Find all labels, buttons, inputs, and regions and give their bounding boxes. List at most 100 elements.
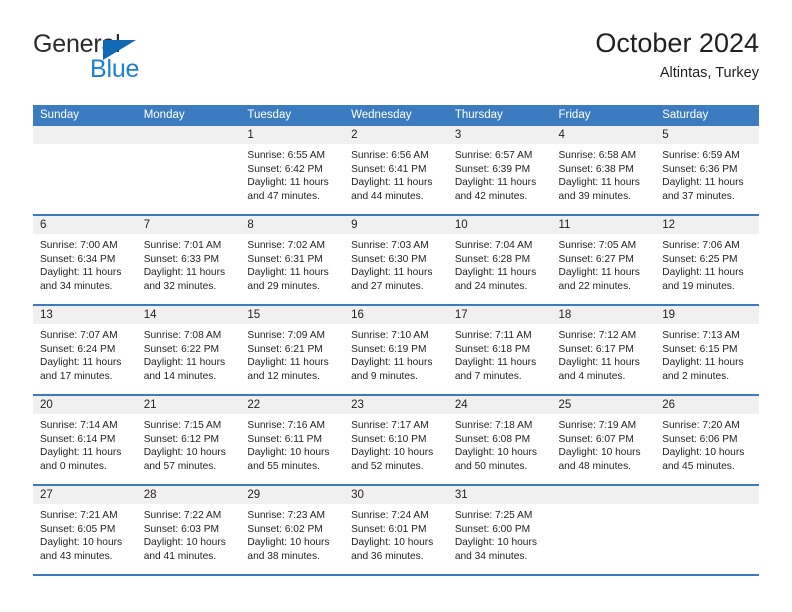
day-number: 24 <box>454 399 468 411</box>
page-subtitle: Altintas, Turkey <box>659 64 759 81</box>
daylight-text-line1: Daylight: 11 hours <box>454 267 537 279</box>
calendar-day-cell[interactable]: 11 Sunrise: 7:05 AM Sunset: 6:27 PM Dayligh… <box>551 216 656 304</box>
day-number: 10 <box>454 219 468 231</box>
calendar-day-cell[interactable]: 26 Sunrise: 7:20 AM Sunset: 6:06 PM Dayligh… <box>655 396 759 484</box>
weekday-header-wednesday: Wednesday <box>351 109 412 121</box>
brand-name-blue: Blue <box>90 55 140 83</box>
calendar-day-cell[interactable]: 9 Sunrise: 7:03 AM Sunset: 6:30 PM Daylight… <box>344 216 448 304</box>
daylight-text-line2: and 50 minutes. <box>454 460 528 472</box>
calendar-week-row: 27 Sunrise: 7:21 AM Sunset: 6:05 PM Dayligh… <box>33 486 759 576</box>
daylight-text-line2: and 34 minutes. <box>40 280 113 292</box>
day-details: Sunrise: 7:08 AM Sunset: 6:22 PM Daylight:… <box>137 324 241 383</box>
day-number-band: 23 <box>344 396 448 414</box>
calendar-week-row: 13 Sunrise: 7:07 AM Sunset: 6:24 PM Dayligh… <box>33 306 759 396</box>
daylight-text-line2: and 38 minutes. <box>247 550 320 562</box>
calendar-day-cell[interactable]: 21 Sunrise: 7:15 AM Sunset: 6:12 PM Dayligh… <box>136 396 241 484</box>
day-number: 27 <box>40 489 53 501</box>
day-details: Sunrise: 7:22 AM Sunset: 6:03 PM Daylight:… <box>137 504 241 563</box>
day-number: 15 <box>247 309 261 321</box>
calendar-day-cell[interactable]: 30 Sunrise: 7:24 AM Sunset: 6:01 PM Dayligh… <box>344 486 448 574</box>
calendar-day-cell[interactable]: 6 Sunrise: 7:00 AM Sunset: 6:34 PM Daylight… <box>33 216 137 304</box>
sunset-text: Sunset: 6:01 PM <box>351 523 427 535</box>
day-details: Sunrise: 7:10 AM Sunset: 6:19 PM Daylight:… <box>344 324 448 383</box>
daylight-text-line1: Daylight: 10 hours <box>454 447 537 459</box>
daylight-text-line1: Daylight: 10 hours <box>351 447 434 459</box>
sunrise-text: Sunrise: 7:06 AM <box>662 240 740 251</box>
calendar-day-cell[interactable]: 20 Sunrise: 7:14 AM Sunset: 6:14 PM Dayligh… <box>33 396 137 484</box>
calendar-day-cell[interactable]: 24 Sunrise: 7:18 AM Sunset: 6:08 PM Dayligh… <box>447 396 552 484</box>
calendar-day-cell[interactable]: 27 Sunrise: 7:21 AM Sunset: 6:05 PM Dayligh… <box>33 486 137 574</box>
calendar-day-cell[interactable]: 5 Sunrise: 6:59 AM Sunset: 6:36 PM Daylight… <box>655 126 759 214</box>
calendar-day-cell[interactable]: 8 Sunrise: 7:02 AM Sunset: 6:31 PM Daylight… <box>240 216 345 304</box>
weekday-header-row: Sunday Monday Tuesday Wednesday Thursday… <box>33 105 759 126</box>
calendar-day-cell[interactable]: 10 Sunrise: 7:04 AM Sunset: 6:28 PM Dayligh… <box>447 216 552 304</box>
calendar-day-cell[interactable]: 7 Sunrise: 7:01 AM Sunset: 6:33 PM Daylight… <box>136 216 241 304</box>
daylight-text-line2: and 47 minutes. <box>247 190 320 202</box>
day-number-band: 30 <box>344 486 448 504</box>
calendar-day-cell[interactable]: 16 Sunrise: 7:10 AM Sunset: 6:19 PM Dayligh… <box>344 306 448 394</box>
calendar-day-cell[interactable]: 25 Sunrise: 7:19 AM Sunset: 6:07 PM Dayligh… <box>551 396 656 484</box>
sunrise-text: Sunrise: 6:59 AM <box>662 150 740 161</box>
calendar-day-cell[interactable]: 17 Sunrise: 7:11 AM Sunset: 6:18 PM Dayligh… <box>447 306 552 394</box>
calendar-day-cell[interactable]: 2 Sunrise: 6:56 AM Sunset: 6:41 PM Daylight… <box>344 126 448 214</box>
daylight-text-line1: Daylight: 11 hours <box>143 267 226 279</box>
calendar-page: General Blue October 2024 Altintas, Turk… <box>0 0 792 612</box>
day-details: Sunrise: 7:09 AM Sunset: 6:21 PM Daylight:… <box>240 324 344 383</box>
day-number-band: 14 <box>136 306 241 324</box>
daylight-text-line2: and 24 minutes. <box>454 280 528 292</box>
day-number-band: 17 <box>447 306 552 324</box>
sunrise-text: Sunrise: 7:22 AM <box>143 510 222 521</box>
calendar-day-cell[interactable]: 13 Sunrise: 7:07 AM Sunset: 6:24 PM Dayligh… <box>33 306 137 394</box>
calendar-week-inner: 1 Sunrise: 6:55 AM Sunset: 6:42 PM Daylight… <box>33 126 759 214</box>
calendar-day-cell[interactable]: 28 Sunrise: 7:22 AM Sunset: 6:03 PM Dayligh… <box>136 486 241 574</box>
day-details: Sunrise: 7:01 AM Sunset: 6:33 PM Daylight:… <box>137 234 241 293</box>
daylight-text-line1: Daylight: 11 hours <box>40 267 122 279</box>
day-details: Sunrise: 7:23 AM Sunset: 6:02 PM Daylight:… <box>240 504 344 563</box>
day-details: Sunrise: 6:57 AM Sunset: 6:39 PM Daylight:… <box>448 144 552 203</box>
day-number: 18 <box>558 309 572 321</box>
day-details: Sunrise: 7:00 AM Sunset: 6:34 PM Daylight:… <box>33 234 137 293</box>
day-number-band <box>551 486 656 504</box>
sunrise-text: Sunrise: 7:24 AM <box>351 510 429 521</box>
day-details: Sunrise: 7:12 AM Sunset: 6:17 PM Daylight:… <box>552 324 656 383</box>
day-number-band <box>655 486 759 504</box>
calendar-day-cell[interactable]: 19 Sunrise: 7:13 AM Sunset: 6:15 PM Dayligh… <box>655 306 759 394</box>
day-number-band: 16 <box>344 306 448 324</box>
daylight-text-line1: Daylight: 11 hours <box>454 357 537 369</box>
calendar-day-cell[interactable]: 22 Sunrise: 7:16 AM Sunset: 6:11 PM Dayligh… <box>240 396 345 484</box>
day-details: Sunrise: 7:21 AM Sunset: 6:05 PM Daylight:… <box>33 504 137 563</box>
daylight-text-line2: and 39 minutes. <box>558 190 632 202</box>
daylight-text-line2: and 7 minutes. <box>454 370 522 382</box>
daylight-text-line2: and 29 minutes. <box>247 280 320 292</box>
daylight-text-line1: Daylight: 11 hours <box>247 177 329 189</box>
calendar-day-cell[interactable]: 1 Sunrise: 6:55 AM Sunset: 6:42 PM Daylight… <box>240 126 345 214</box>
calendar-day-cell[interactable]: 29 Sunrise: 7:23 AM Sunset: 6:02 PM Dayligh… <box>240 486 345 574</box>
calendar-day-cell[interactable]: 31 Sunrise: 7:25 AM Sunset: 6:00 PM Dayligh… <box>447 486 552 574</box>
sunrise-text: Sunrise: 7:00 AM <box>40 240 118 251</box>
sunset-text: Sunset: 6:18 PM <box>454 343 531 355</box>
calendar-day-cell-empty <box>655 486 759 574</box>
calendar-day-cell[interactable]: 23 Sunrise: 7:17 AM Sunset: 6:10 PM Dayligh… <box>344 396 448 484</box>
day-number: 4 <box>558 129 565 141</box>
day-number: 26 <box>662 399 676 411</box>
day-number: 9 <box>351 219 358 231</box>
sunrise-text: Sunrise: 7:13 AM <box>662 330 740 341</box>
sunset-text: Sunset: 6:15 PM <box>662 343 738 355</box>
sunrise-text: Sunrise: 6:55 AM <box>247 150 325 161</box>
calendar-day-cell[interactable]: 15 Sunrise: 7:09 AM Sunset: 6:21 PM Dayligh… <box>240 306 345 394</box>
day-number-band: 26 <box>655 396 759 414</box>
calendar-day-cell[interactable]: 3 Sunrise: 6:57 AM Sunset: 6:39 PM Daylight… <box>447 126 552 214</box>
daylight-text-line2: and 12 minutes. <box>247 370 320 382</box>
day-details: Sunrise: 7:19 AM Sunset: 6:07 PM Daylight:… <box>552 414 656 473</box>
calendar-day-cell[interactable]: 14 Sunrise: 7:08 AM Sunset: 6:22 PM Dayligh… <box>136 306 241 394</box>
daylight-text-line1: Daylight: 11 hours <box>662 267 744 279</box>
sunrise-text: Sunrise: 7:23 AM <box>247 510 325 521</box>
sunrise-text: Sunrise: 7:19 AM <box>558 420 637 431</box>
brand-logo[interactable]: General Blue <box>33 32 253 90</box>
daylight-text-line2: and 27 minutes. <box>351 280 424 292</box>
daylight-text-line1: Daylight: 11 hours <box>40 447 122 459</box>
calendar-day-cell[interactable]: 18 Sunrise: 7:12 AM Sunset: 6:17 PM Dayligh… <box>551 306 656 394</box>
calendar-day-cell[interactable]: 12 Sunrise: 7:06 AM Sunset: 6:25 PM Dayligh… <box>655 216 759 304</box>
daylight-text-line2: and 22 minutes. <box>558 280 632 292</box>
calendar-day-cell[interactable]: 4 Sunrise: 6:58 AM Sunset: 6:38 PM Daylight… <box>551 126 656 214</box>
